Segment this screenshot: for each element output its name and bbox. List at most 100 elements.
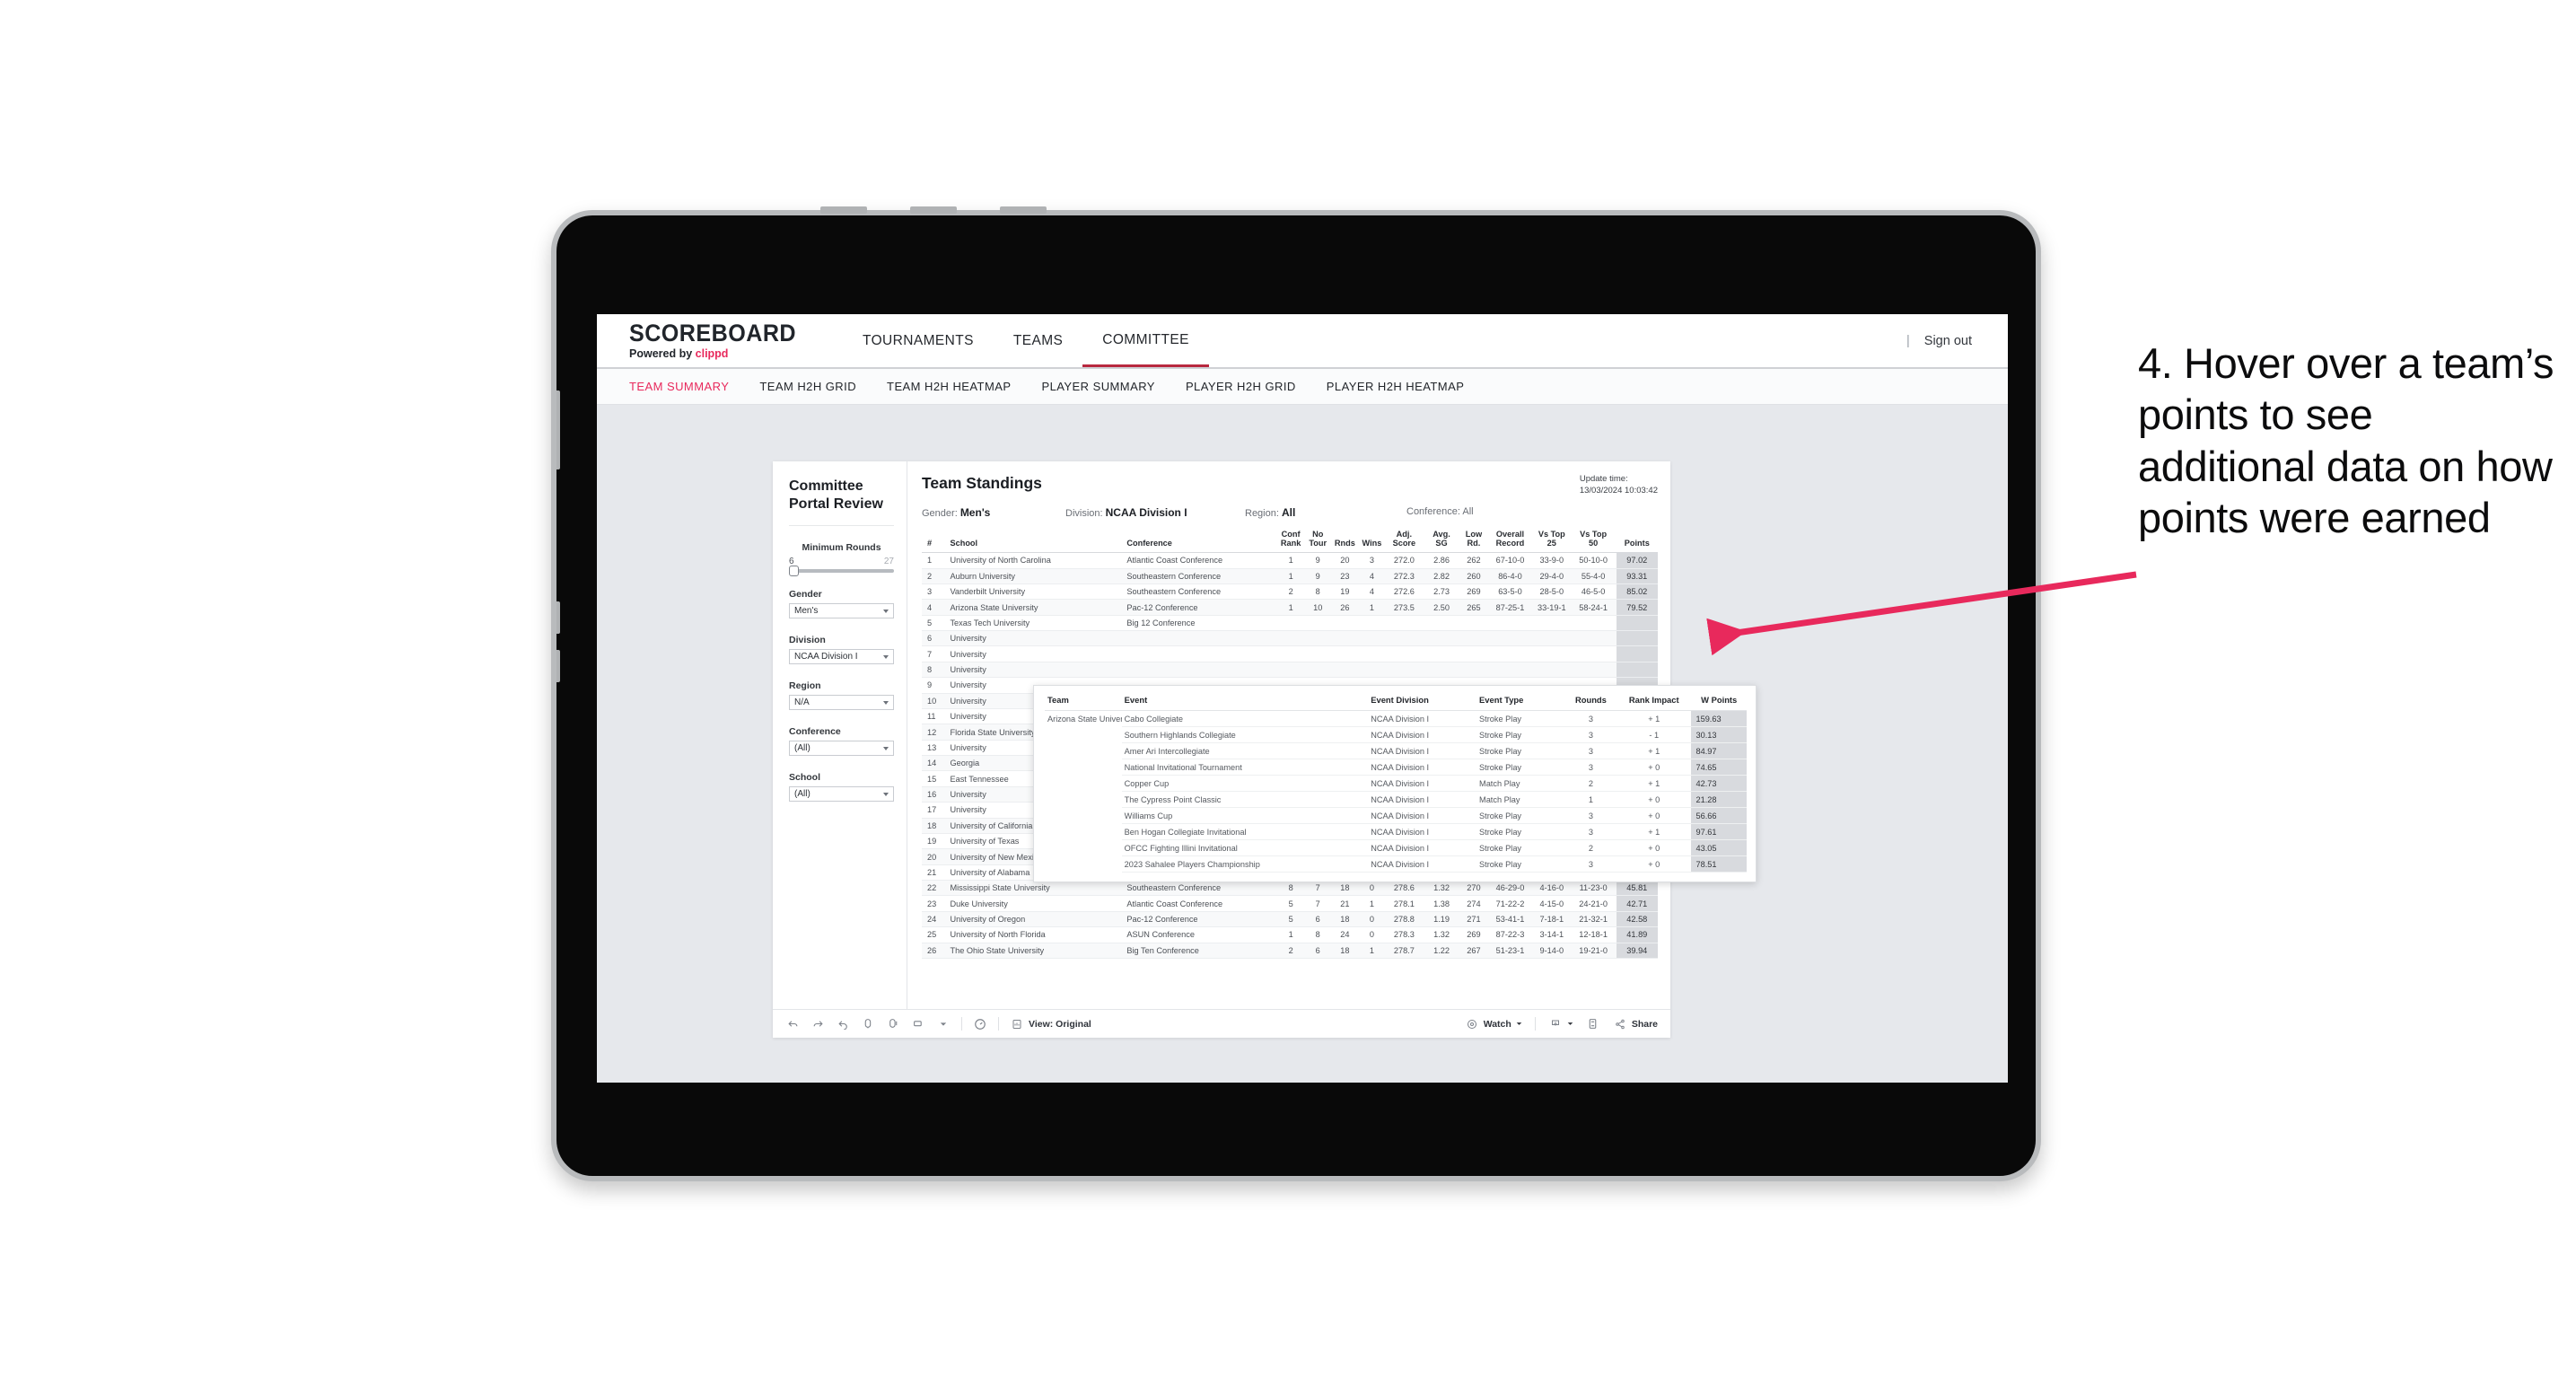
- tooltip-cell: Amer Ari Intercollegiate: [1121, 742, 1369, 759]
- points-cell[interactable]: 42.58: [1616, 911, 1658, 928]
- tooltip-cell: + 0: [1617, 839, 1692, 856]
- table-cell: Mississippi State University: [944, 880, 1122, 897]
- table-row[interactable]: 24 University of Oregon Pac-12 Conference 5…: [922, 911, 1658, 928]
- table-cell: 23: [922, 895, 945, 912]
- tooltip-cell: + 1: [1617, 823, 1692, 840]
- table-cell: 272.0: [1385, 552, 1424, 569]
- watch-button[interactable]: Watch: [1465, 1017, 1522, 1031]
- redo-icon[interactable]: [810, 1017, 825, 1031]
- points-cell[interactable]: [1616, 662, 1658, 679]
- points-cell[interactable]: 42.71: [1616, 895, 1658, 912]
- conference-select-value: (All): [794, 743, 810, 754]
- minimum-rounds-slider-thumb[interactable]: [789, 566, 799, 577]
- share-button[interactable]: Share: [1613, 1017, 1658, 1031]
- points-cell[interactable]: [1616, 630, 1658, 647]
- table-cell: [1331, 645, 1359, 662]
- standings-col-header-conference[interactable]: Conference: [1121, 526, 1278, 554]
- points-cell[interactable]: 97.02: [1616, 552, 1658, 569]
- standings-col-header-school[interactable]: School: [944, 526, 1122, 554]
- school-select[interactable]: (All): [789, 786, 894, 803]
- standings-col-header-[interactable]: #: [922, 526, 945, 554]
- table-row[interactable]: 23 Duke University Atlantic Coast Conferen…: [922, 895, 1658, 912]
- table-cell: [1331, 615, 1359, 632]
- tooltip-header-row: Team Event Event Division Event Type Rounds R…: [1045, 693, 1747, 711]
- custom-views-icon[interactable]: [973, 1017, 987, 1031]
- summary-gender-label: Gender:: [922, 507, 958, 519]
- conference-select[interactable]: (All): [789, 741, 894, 757]
- table-row[interactable]: 5 Texas Tech University Big 12 Conference: [922, 615, 1658, 632]
- dashboard-size-icon[interactable]: [911, 1017, 925, 1031]
- download-button[interactable]: [1548, 1017, 1573, 1031]
- tooltip-cell: + 0: [1617, 855, 1692, 873]
- table-cell: 12-18-1: [1570, 926, 1617, 943]
- table-cell: 24: [922, 911, 945, 928]
- undo-icon[interactable]: [785, 1017, 800, 1031]
- chevron-down-icon[interactable]: [936, 1017, 951, 1031]
- tab-player-h2h-heatmap[interactable]: PLAYER H2H HEATMAP: [1327, 380, 1465, 393]
- standings-col-header-low-rd[interactable]: Low Rd.: [1459, 526, 1487, 554]
- tooltip-w-points: 42.73: [1691, 775, 1747, 792]
- table-row[interactable]: 1 University of North Carolina Atlantic Co…: [922, 552, 1658, 569]
- tab-team-h2h-grid[interactable]: TEAM H2H GRID: [759, 380, 856, 393]
- table-row[interactable]: 4 Arizona State University Pac-12 Conferen…: [922, 599, 1658, 616]
- points-cell[interactable]: 41.89: [1616, 926, 1658, 943]
- revert-icon[interactable]: [836, 1017, 850, 1031]
- standings-col-header-no-tour[interactable]: No Tour: [1304, 526, 1332, 554]
- tooltip-cell: NCAA Division I: [1368, 710, 1477, 727]
- topnav-item-committee[interactable]: COMMITTEE: [1082, 314, 1209, 367]
- points-cell[interactable]: 39.94: [1616, 943, 1658, 959]
- table-cell: 0: [1358, 926, 1386, 943]
- table-cell: 272.3: [1385, 568, 1424, 584]
- standings-col-header-points[interactable]: Points: [1616, 526, 1658, 554]
- division-select[interactable]: NCAA Division I: [789, 649, 894, 665]
- table-row[interactable]: 3 Vanderbilt University Southeastern Confe…: [922, 583, 1658, 601]
- table-row[interactable]: 8 University: [922, 662, 1658, 679]
- table-cell: 6: [922, 630, 945, 647]
- points-cell[interactable]: 45.81: [1616, 880, 1658, 897]
- points-cell[interactable]: 93.31: [1616, 568, 1658, 584]
- refresh-data-icon[interactable]: [861, 1017, 875, 1031]
- standings-col-header-avg-sg[interactable]: Avg. SG: [1423, 526, 1460, 554]
- table-cell: 9-14-0: [1532, 943, 1571, 959]
- topnav-item-tournaments[interactable]: TOURNAMENTS: [843, 314, 994, 367]
- tooltip-cell: NCAA Division I: [1368, 775, 1477, 792]
- table-cell: 278.3: [1385, 926, 1424, 943]
- points-cell[interactable]: [1616, 615, 1658, 632]
- standings-col-header-conf-rank[interactable]: Conf Rank: [1277, 526, 1305, 554]
- points-cell[interactable]: 79.52: [1616, 599, 1658, 616]
- table-row[interactable]: 22 Mississippi State University Southeaste…: [922, 880, 1658, 897]
- gender-select[interactable]: Men's: [789, 603, 894, 619]
- tooltip-cell: Stroke Play: [1476, 823, 1565, 840]
- tooltip-body: Arizona State UniversityCabo CollegiateN…: [1045, 710, 1747, 873]
- tab-team-summary[interactable]: TEAM SUMMARY: [629, 380, 729, 393]
- standings-col-header-vs-top-25[interactable]: Vs Top 25: [1532, 526, 1571, 554]
- table-row[interactable]: 6 University: [922, 630, 1658, 647]
- table-row[interactable]: 2 Auburn University Southeastern Conferenc…: [922, 568, 1658, 584]
- sign-out-link[interactable]: Sign out: [1924, 334, 1972, 348]
- standings-col-header-wins[interactable]: Wins: [1358, 526, 1386, 554]
- brand-logo[interactable]: SCOREBOARD Powered by clippd: [597, 321, 843, 360]
- tab-player-summary[interactable]: PLAYER SUMMARY: [1041, 380, 1154, 393]
- minimum-rounds-slider-track[interactable]: [789, 566, 894, 577]
- table-cell: 270: [1459, 880, 1487, 897]
- table-row[interactable]: 26 The Ohio State University Big Ten Confe…: [922, 943, 1658, 959]
- standings-col-header-rnds[interactable]: Rnds: [1331, 526, 1359, 554]
- standings-col-header-vs-top-50[interactable]: Vs Top 50: [1570, 526, 1617, 554]
- topnav-item-teams[interactable]: TEAMS: [994, 314, 1082, 367]
- table-row[interactable]: 7 University: [922, 645, 1658, 662]
- standings-col-header-overall-record[interactable]: Overall Record: [1487, 526, 1533, 554]
- points-cell[interactable]: [1616, 645, 1658, 662]
- table-cell: 21: [1331, 895, 1359, 912]
- pause-auto-update-icon[interactable]: [886, 1017, 900, 1031]
- standings-col-header-adj-score[interactable]: Adj. Score: [1385, 526, 1424, 554]
- table-cell: 87-22-3: [1487, 926, 1533, 943]
- tab-team-h2h-heatmap[interactable]: TEAM H2H HEATMAP: [887, 380, 1011, 393]
- view-original-button[interactable]: View: Original: [1010, 1017, 1091, 1031]
- points-cell[interactable]: 85.02: [1616, 583, 1658, 601]
- table-row[interactable]: 25 University of North Florida ASUN Confer…: [922, 926, 1658, 943]
- table-cell: 58-24-1: [1570, 599, 1617, 616]
- tab-player-h2h-grid[interactable]: PLAYER H2H GRID: [1186, 380, 1296, 393]
- table-cell: [1358, 662, 1386, 679]
- region-select[interactable]: N/A: [789, 695, 894, 711]
- full-screen-icon[interactable]: [1586, 1017, 1600, 1031]
